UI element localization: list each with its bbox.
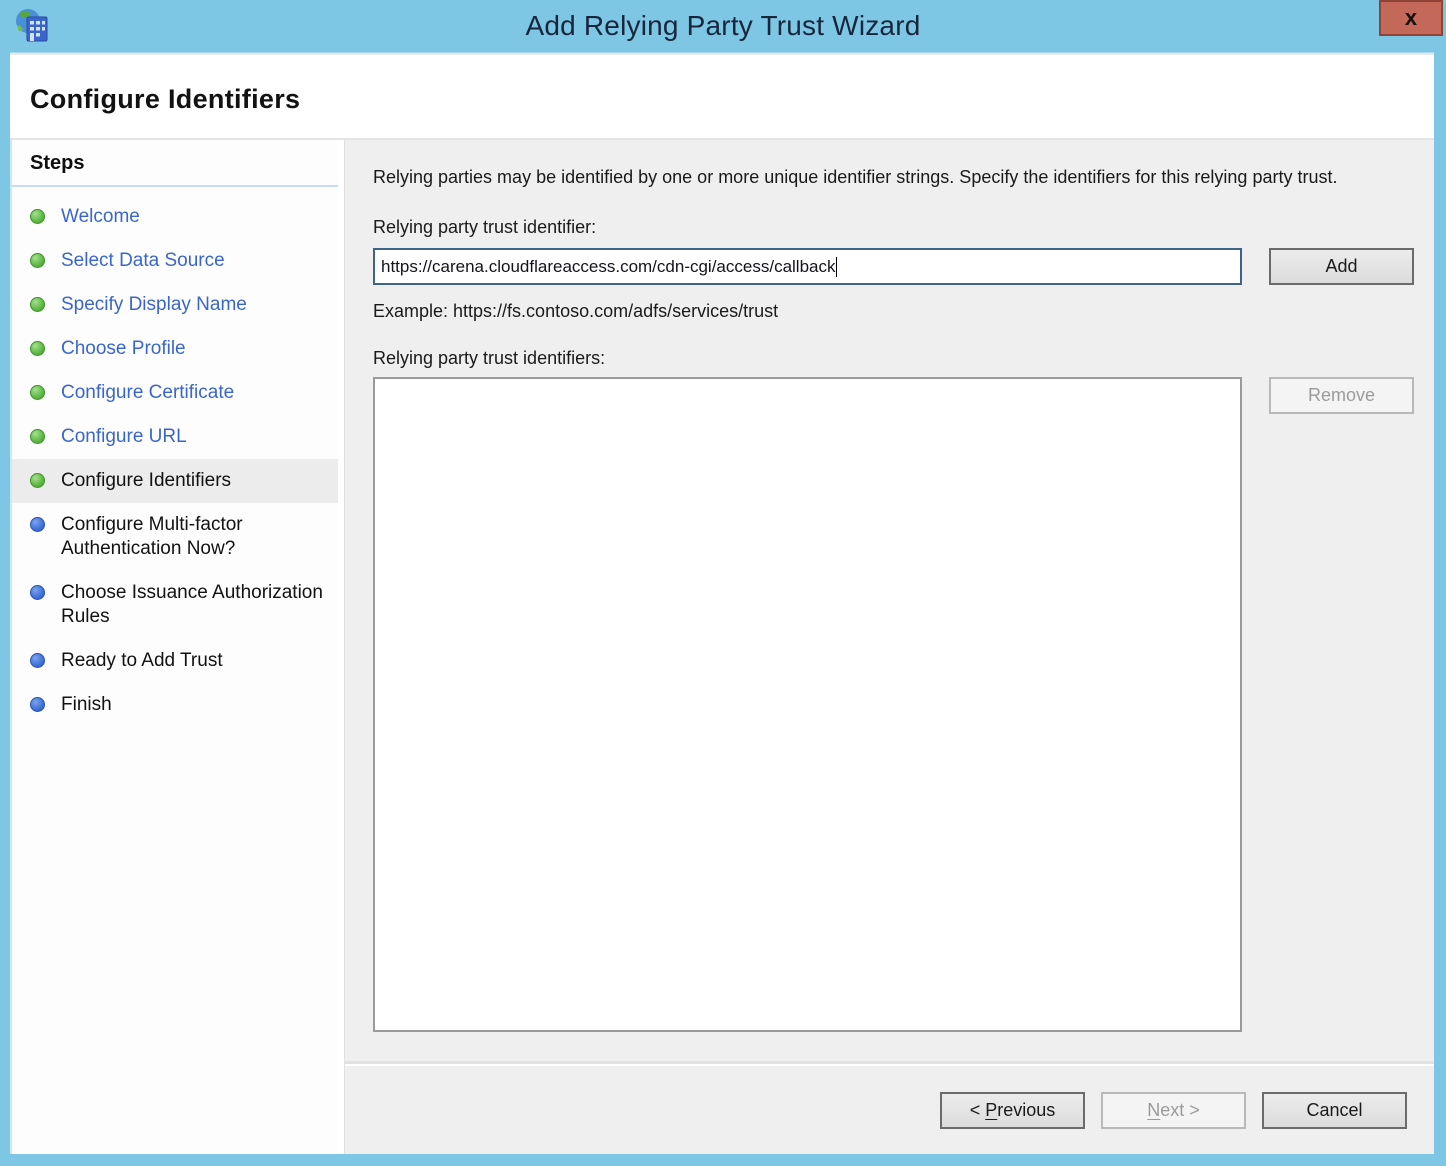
step-label: Configure URL: [61, 425, 187, 449]
window-body: Configure Identifiers Steps Welcome Selec…: [10, 52, 1434, 1154]
step-label: Specify Display Name: [61, 293, 247, 317]
sidebar-step-select-data-source[interactable]: Select Data Source: [12, 239, 338, 283]
cancel-button[interactable]: Cancel: [1262, 1092, 1407, 1129]
example-text: Example: https://fs.contoso.com/adfs/ser…: [373, 301, 1414, 322]
identifier-label: Relying party trust identifier:: [373, 217, 1414, 238]
step-label: Configure Identifiers: [61, 469, 231, 493]
intro-text: Relying parties may be identified by one…: [373, 164, 1403, 191]
step-label: Choose Issuance Authorization Rules: [61, 581, 330, 629]
page-title: Configure Identifiers: [30, 84, 300, 115]
wizard-window: Add Relying Party Trust Wizard x Configu…: [0, 0, 1446, 1166]
footer-bar: < Previous Next > Cancel: [345, 1064, 1434, 1154]
remove-button[interactable]: Remove: [1269, 377, 1414, 414]
step-todo-bullet-icon: [30, 585, 45, 600]
step-label: Configure Multi-factor Authentication No…: [61, 513, 330, 561]
step-label: Choose Profile: [61, 337, 186, 361]
sidebar-step-choose-issuance-authorization-rules[interactable]: Choose Issuance Authorization Rules: [12, 571, 338, 639]
steps-heading: Steps: [12, 150, 338, 187]
step-done-bullet-icon: [30, 209, 45, 224]
sidebar-step-specify-display-name[interactable]: Specify Display Name: [12, 283, 338, 327]
step-done-bullet-icon: [30, 253, 45, 268]
step-done-bullet-icon: [30, 297, 45, 312]
adfs-app-icon: [14, 7, 52, 47]
step-done-bullet-icon: [30, 341, 45, 356]
step-todo-bullet-icon: [30, 517, 45, 532]
step-done-bullet-icon: [30, 385, 45, 400]
sidebar-step-configure-multi-factor-authentication-now[interactable]: Configure Multi-factor Authentication No…: [12, 503, 338, 571]
identifiers-listbox[interactable]: [373, 377, 1242, 1032]
text-caret: [836, 257, 837, 277]
sidebar-step-configure-certificate[interactable]: Configure Certificate: [12, 371, 338, 415]
step-label: Select Data Source: [61, 249, 225, 273]
step-label: Configure Certificate: [61, 381, 234, 405]
identifier-input[interactable]: https://carena.cloudflareaccess.com/cdn-…: [373, 248, 1242, 285]
identifier-input-value: https://carena.cloudflareaccess.com/cdn-…: [381, 257, 835, 277]
step-done-bullet-icon: [30, 473, 45, 488]
close-button[interactable]: x: [1379, 0, 1443, 36]
step-label: Finish: [61, 693, 112, 717]
sidebar-step-welcome[interactable]: Welcome: [12, 195, 338, 239]
main-pane: Relying parties may be identified by one…: [345, 140, 1434, 1064]
titlebar: Add Relying Party Trust Wizard x: [0, 0, 1446, 52]
step-label: Ready to Add Trust: [61, 649, 223, 673]
step-label: Welcome: [61, 205, 140, 229]
sidebar-step-configure-url[interactable]: Configure URL: [12, 415, 338, 459]
step-todo-bullet-icon: [30, 697, 45, 712]
steps-list: Welcome Select Data Source Specify Display…: [12, 187, 338, 727]
sidebar-step-configure-identifiers[interactable]: Configure Identifiers: [12, 459, 338, 503]
identifiers-list-label: Relying party trust identifiers:: [373, 348, 1414, 369]
sidebar-step-ready-to-add-trust[interactable]: Ready to Add Trust: [12, 639, 338, 683]
sidebar-step-finish[interactable]: Finish: [12, 683, 338, 727]
steps-sidebar: Steps Welcome Select Data Source Specify D…: [10, 140, 338, 1154]
next-button[interactable]: Next >: [1101, 1092, 1246, 1129]
page-header: Configure Identifiers: [10, 53, 1434, 138]
step-todo-bullet-icon: [30, 653, 45, 668]
window-title: Add Relying Party Trust Wizard: [0, 0, 1446, 52]
sidebar-step-choose-profile[interactable]: Choose Profile: [12, 327, 338, 371]
step-done-bullet-icon: [30, 429, 45, 444]
add-button[interactable]: Add: [1269, 248, 1414, 285]
previous-button[interactable]: < Previous: [940, 1092, 1085, 1129]
